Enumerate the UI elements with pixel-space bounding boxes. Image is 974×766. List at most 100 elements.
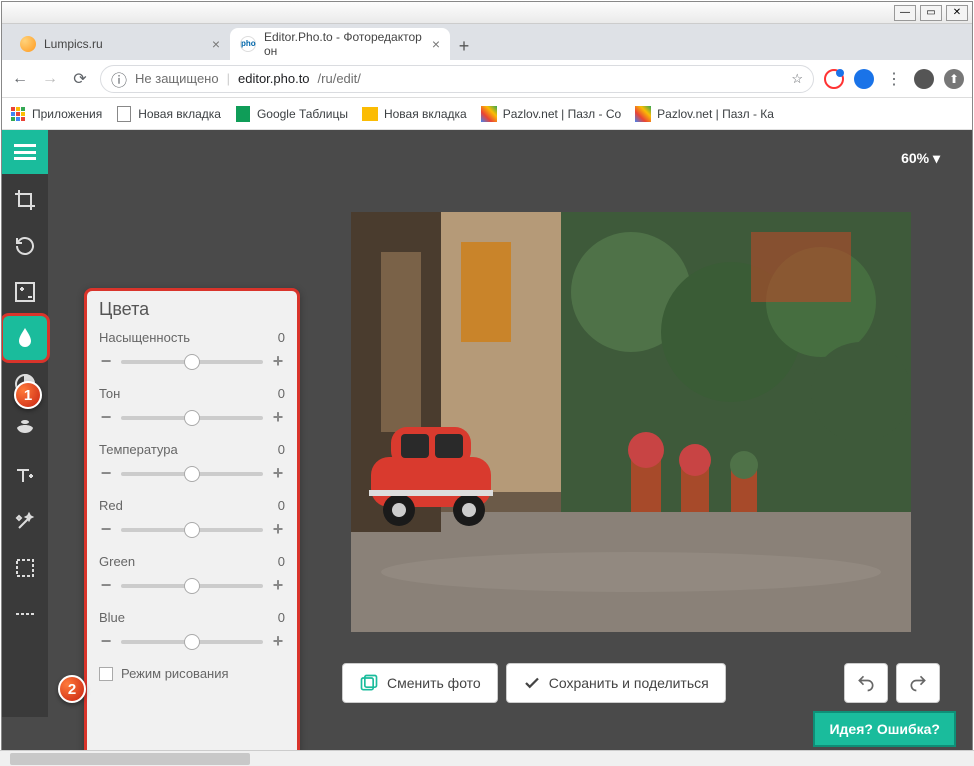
- window-close-button[interactable]: ✕: [946, 5, 968, 21]
- more-tool[interactable]: [3, 592, 47, 636]
- bookmark-item[interactable]: Pazlov.net | Пазл - Со: [481, 106, 621, 122]
- browser-tabstrip: Lumpics.ru × pho Editor.Pho.to - Фоторед…: [2, 24, 972, 60]
- back-button[interactable]: ←: [10, 69, 30, 89]
- change-photo-button[interactable]: Сменить фото: [342, 663, 498, 703]
- frame-tool[interactable]: [3, 546, 47, 590]
- bookmark-item[interactable]: Pazlov.net | Пазл - Ка: [635, 106, 774, 122]
- minus-button[interactable]: −: [99, 631, 113, 652]
- slider-value: 0: [278, 498, 285, 513]
- slider-value: 0: [278, 610, 285, 625]
- horizontal-scrollbar[interactable]: [0, 750, 974, 766]
- minus-button[interactable]: −: [99, 575, 113, 596]
- photo-canvas[interactable]: [351, 212, 911, 632]
- upload-extension-icon[interactable]: ⬆: [944, 69, 964, 89]
- hamburger-icon: [14, 144, 36, 160]
- crop-tool[interactable]: [3, 178, 47, 222]
- plus-button[interactable]: +: [271, 631, 285, 652]
- slider-value: 0: [278, 330, 285, 345]
- bookmark-item[interactable]: Новая вкладка: [116, 106, 221, 122]
- menu-dots-icon[interactable]: ⋮: [884, 69, 904, 89]
- info-icon: ⓘ: [111, 67, 127, 91]
- slider-value: 0: [278, 554, 285, 569]
- slider-value: 0: [278, 442, 285, 457]
- tab-lumpics[interactable]: Lumpics.ru ×: [10, 28, 230, 60]
- plus-button[interactable]: +: [271, 575, 285, 596]
- insecure-label: Не защищено: [135, 71, 219, 86]
- callout-marker-1: 1: [14, 381, 42, 409]
- url-host: editor.pho.to: [238, 71, 310, 86]
- slider-label: Blue: [99, 610, 125, 625]
- red-slider[interactable]: [121, 528, 263, 532]
- temperature-slider[interactable]: [121, 472, 263, 476]
- apps-button[interactable]: Приложения: [10, 106, 102, 122]
- text-tool[interactable]: [3, 454, 47, 498]
- window-titlebar: — ▭ ✕: [2, 2, 972, 24]
- exposure-tool[interactable]: [3, 270, 47, 314]
- slider-label: Тон: [99, 386, 120, 401]
- window-minimize-button[interactable]: —: [894, 5, 916, 21]
- hue-slider[interactable]: [121, 416, 263, 420]
- plus-button[interactable]: +: [271, 519, 285, 540]
- slider-thumb[interactable]: [184, 634, 200, 650]
- bookmark-item[interactable]: Google Таблицы: [235, 106, 348, 122]
- bookmark-item[interactable]: Новая вкладка: [362, 106, 467, 122]
- saturation-slider[interactable]: [121, 360, 263, 364]
- lumpics-favicon: [20, 36, 36, 52]
- green-slider[interactable]: [121, 584, 263, 588]
- new-tab-button[interactable]: +: [450, 32, 478, 60]
- rotate-tool[interactable]: [3, 224, 47, 268]
- bookmark-star-icon[interactable]: ☆: [791, 71, 803, 87]
- panel-title: Цвета: [99, 299, 285, 320]
- slider-thumb[interactable]: [184, 354, 200, 370]
- check-icon: [523, 674, 541, 692]
- menu-button[interactable]: [2, 130, 48, 174]
- close-icon[interactable]: ×: [432, 36, 440, 52]
- slider-label: Green: [99, 554, 135, 569]
- profile-avatar-icon[interactable]: [914, 69, 934, 89]
- slider-thumb[interactable]: [184, 522, 200, 538]
- slider-thumb[interactable]: [184, 410, 200, 426]
- bookmarks-bar: Приложения Новая вкладка Google Таблицы …: [2, 98, 972, 130]
- stickers-tool[interactable]: [3, 408, 47, 452]
- drawing-mode-checkbox[interactable]: [99, 667, 113, 681]
- slider-thumb[interactable]: [184, 578, 200, 594]
- effects-tool[interactable]: [3, 500, 47, 544]
- opera-extension-icon[interactable]: [824, 69, 844, 89]
- plus-button[interactable]: +: [271, 351, 285, 372]
- address-bar: ← → ⟳ ⓘ Не защищено | editor.pho.to/ru/e…: [2, 60, 972, 98]
- forward-button[interactable]: →: [40, 69, 60, 89]
- slider-value: 0: [278, 386, 285, 401]
- bottom-actions: Сменить фото Сохранить и поделиться: [342, 663, 726, 703]
- scrollbar-thumb[interactable]: [10, 753, 250, 765]
- callout-marker-2: 2: [58, 675, 86, 703]
- tab-editor[interactable]: pho Editor.Pho.to - Фоторедактор он ×: [230, 28, 450, 60]
- slider-thumb[interactable]: [184, 466, 200, 482]
- slider-label: Насыщенность: [99, 330, 190, 345]
- minus-button[interactable]: −: [99, 407, 113, 428]
- minus-button[interactable]: −: [99, 463, 113, 484]
- slider-label: Температура: [99, 442, 178, 457]
- minus-button[interactable]: −: [99, 519, 113, 540]
- feedback-button[interactable]: Идея? Ошибка?: [813, 711, 956, 747]
- close-icon[interactable]: ×: [212, 36, 220, 52]
- url-field[interactable]: ⓘ Не защищено | editor.pho.to/ru/edit/ ☆: [100, 65, 814, 93]
- url-path: /ru/edit/: [318, 71, 361, 86]
- minus-button[interactable]: −: [99, 351, 113, 372]
- reload-button[interactable]: ⟳: [70, 69, 90, 89]
- undo-redo-group: [844, 663, 940, 703]
- window-maximize-button[interactable]: ▭: [920, 5, 942, 21]
- drawing-mode-label: Режим рисования: [121, 666, 229, 681]
- editor-content: Цвета Насыщенность 0 − + Тон 0 − + Температу…: [2, 130, 972, 763]
- plus-button[interactable]: +: [271, 463, 285, 484]
- undo-button[interactable]: [844, 663, 888, 703]
- redo-button[interactable]: [896, 663, 940, 703]
- colors-tool[interactable]: [3, 316, 47, 360]
- save-share-button[interactable]: Сохранить и поделиться: [506, 663, 726, 703]
- tab-label: Editor.Pho.to - Фоторедактор он: [264, 30, 424, 58]
- pho-favicon: pho: [240, 36, 256, 52]
- slider-label: Red: [99, 498, 123, 513]
- blue-slider[interactable]: [121, 640, 263, 644]
- canvas-area: [302, 150, 940, 653]
- plus-button[interactable]: +: [271, 407, 285, 428]
- globe-extension-icon[interactable]: [854, 69, 874, 89]
